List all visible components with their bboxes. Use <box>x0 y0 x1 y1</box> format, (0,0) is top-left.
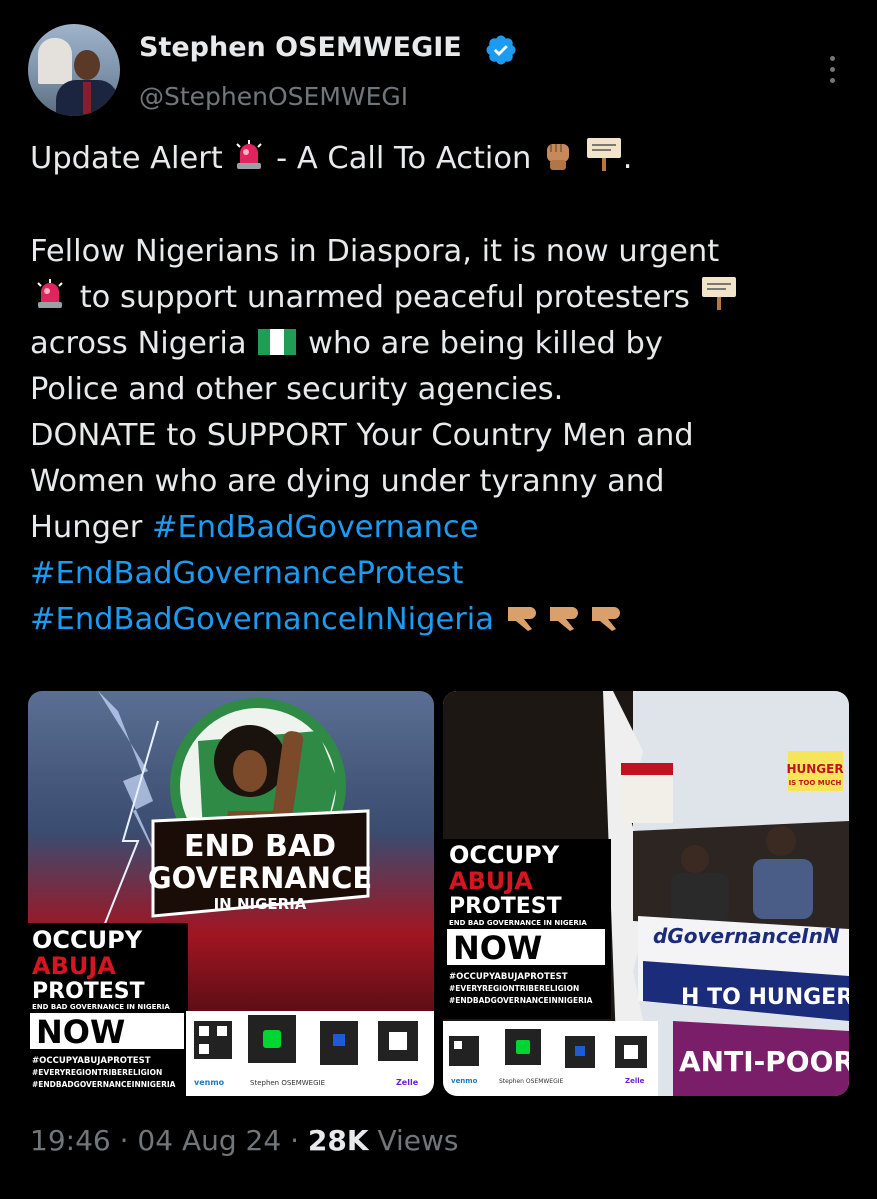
avatar[interactable] <box>28 24 120 116</box>
poster-subtitle-text: END BAD GOVERNANCE IN NIGERIA <box>449 919 587 927</box>
avatar-face-shape <box>74 50 100 80</box>
tweet-text-support: to support unarmed peaceful protesters <box>79 280 690 315</box>
banner-hashtag-text: dGovernanceInN <box>653 924 840 948</box>
placard-sub-text: IS TOO MUCH <box>789 779 842 787</box>
banner-anti-poor-text: ANTI-POOR <box>679 1045 849 1078</box>
poster-in-nigeria-text: IN NIGERIA <box>214 895 307 913</box>
pointing-down-emoji-icon <box>507 607 620 631</box>
tweet-line-6: DONATE to SUPPORT Your Country Men and <box>30 418 694 453</box>
tweet-date[interactable]: 04 Aug 24 <box>137 1124 281 1157</box>
views-label: Views <box>377 1124 459 1157</box>
nigeria-flag-emoji-icon <box>258 329 297 355</box>
poster-end-bad-governance: END BAD GOVERNANCE IN NIGERIA OCCUPY ABU… <box>28 691 434 1096</box>
zelle-label: Zelle <box>625 1077 645 1085</box>
tweet-text-hunger: Hunger <box>30 510 143 545</box>
placard-emoji-icon <box>701 277 736 310</box>
verified-badge-icon <box>486 35 516 65</box>
payee-name-label: Stephen OSEMWEGIE <box>250 1079 325 1087</box>
hashtag-link[interactable]: #EndBadGovernance <box>152 510 479 545</box>
tweet-line-3: to support unarmed peaceful protesters <box>30 275 860 321</box>
views-count: 28K <box>307 1124 369 1157</box>
zelle-label: Zelle <box>396 1078 419 1087</box>
tweet-text-call-to-action: - A Call To Action <box>276 141 532 176</box>
poster-tag-text: #OCCUPYABUJAPROTEST <box>449 972 568 982</box>
poster-governance-text: GOVERNANCE <box>148 861 372 895</box>
author-handle[interactable]: @StephenOSEMWEGI <box>139 82 408 111</box>
tweet-text-being-killed: who are being killed by <box>308 326 663 361</box>
police-siren-emoji-icon <box>236 140 263 169</box>
tweet-line-7: Women who are dying under tyranny and <box>30 464 665 499</box>
poster-now-text: NOW <box>36 1013 125 1051</box>
tweet-line-5: Police and other security agencies. <box>30 372 564 407</box>
tweet-line-2: Fellow Nigerians in Diaspora, it is now … <box>30 234 720 269</box>
tweet-line-9: #EndBadGovernanceProtest <box>30 551 860 597</box>
poster-occupy-text: OCCUPY <box>32 926 143 954</box>
poster-abuja-text: ABUJA <box>449 867 533 895</box>
hashtag-link[interactable]: #EndBadGovernanceProtest <box>30 556 463 591</box>
placard-emoji-icon <box>586 138 621 171</box>
meta-separator: · <box>119 1124 138 1157</box>
tweet-line-4: across Nigeria who are being killed by <box>30 321 860 367</box>
author-name[interactable]: Stephen OSEMWEGIE <box>139 32 462 63</box>
poster-now-text: NOW <box>453 929 542 967</box>
tweet-time[interactable]: 19:46 <box>30 1124 111 1157</box>
placard-hunger-text: HUNGER <box>786 762 843 776</box>
poster-occupy-text: OCCUPY <box>449 841 560 869</box>
banner-hunger-text: H TO HUNGER AN <box>681 985 849 1010</box>
tweet-text-across-nigeria: across Nigeria <box>30 326 247 361</box>
tweet-line-10: #EndBadGovernanceInNigeria <box>30 597 860 643</box>
tweet-image-2[interactable]: HUNGER IS TOO MUCH dGovernanceInN H TO H… <box>443 691 849 1096</box>
tweet-line-1: Update Alert - A Call To Action . <box>30 136 860 182</box>
meta-separator: · <box>290 1124 308 1157</box>
poster-protest-text: PROTEST <box>32 979 145 1004</box>
tweet-meta: 19:46 · 04 Aug 24 · 28K Views <box>30 1124 459 1157</box>
poster-tag-text: #EVERYREGIONTRIBERELIGION <box>449 984 579 993</box>
poster-end-bad-text: END BAD <box>184 829 336 864</box>
venmo-label: venmo <box>451 1077 478 1085</box>
poster-tag-text: #ENDBADGOVERNANCEINNIGERIA <box>449 996 593 1005</box>
tweet-text-update-alert: Update Alert <box>30 141 223 176</box>
raised-fist-emoji-icon <box>547 144 570 170</box>
police-siren-emoji-icon <box>37 279 63 308</box>
tweet-line-8: Hunger #EndBadGovernance <box>30 505 860 551</box>
poster-tag-text: #ENDBADGOVERNANCEINNIGERIA <box>32 1080 176 1089</box>
venmo-label: venmo <box>194 1078 225 1087</box>
payee-name-label: Stephen OSEMWEGIE <box>499 1078 564 1085</box>
capitol-dome-shape <box>38 38 72 84</box>
poster-abuja-text: ABUJA <box>32 952 116 980</box>
poster-occupy-abuja-photo: HUNGER IS TOO MUCH dGovernanceInN H TO H… <box>443 691 849 1096</box>
poster-tag-text: #OCCUPYABUJAPROTEST <box>32 1056 151 1066</box>
poster-tag-text: #EVERYREGIONTRIBERELIGION <box>32 1068 162 1077</box>
poster-subtitle-text: END BAD GOVERNANCE IN NIGERIA <box>32 1003 170 1011</box>
hashtag-link[interactable]: #EndBadGovernanceInNigeria <box>30 602 494 637</box>
avatar-tie-shape <box>83 82 91 114</box>
poster-protest-text: PROTEST <box>449 894 562 919</box>
tweet-image-1[interactable]: END BAD GOVERNANCE IN NIGERIA OCCUPY ABU… <box>28 691 434 1096</box>
more-options-icon[interactable] <box>818 56 846 86</box>
